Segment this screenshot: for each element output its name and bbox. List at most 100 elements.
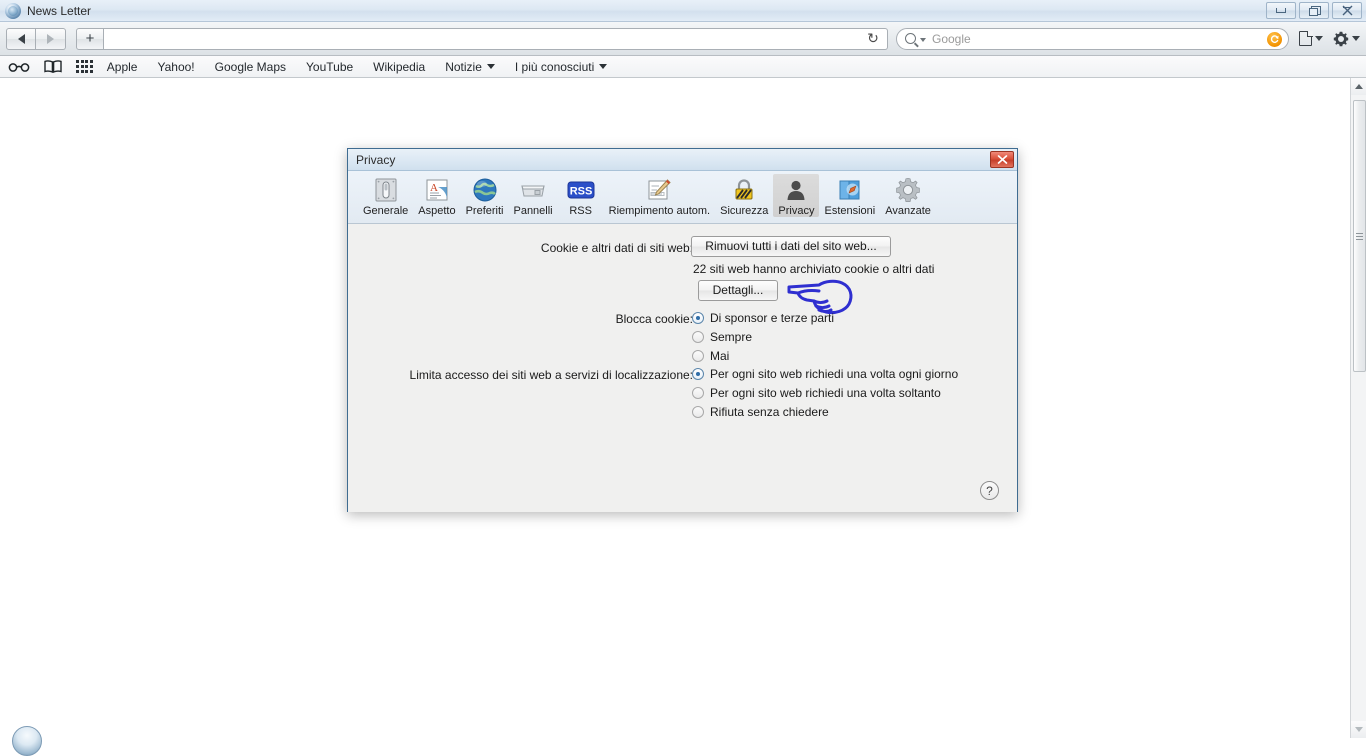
pref-tab-estensioni[interactable]: Estensioni: [819, 174, 880, 217]
remove-all-website-data-button[interactable]: Rimuovi tutti i dati del sito web...: [691, 236, 891, 257]
location-access-label-row: Limita accesso dei siti web a servizi di…: [348, 368, 693, 382]
bookmark-wikipedia[interactable]: Wikipedia: [373, 60, 425, 74]
cookies-label-row: Cookie e altri dati di siti web:: [348, 241, 693, 255]
window-minimize-button[interactable]: [1266, 2, 1296, 19]
radio-button-selected[interactable]: [692, 312, 704, 324]
bookmarks-book-icon[interactable]: [44, 60, 62, 73]
pref-tab-label: Privacy: [778, 205, 815, 217]
search-input[interactable]: Google: [896, 27, 1289, 50]
radio-option-sempre[interactable]: Sempre: [692, 330, 834, 344]
pref-tab-privacy[interactable]: Privacy: [773, 174, 820, 217]
bookmark-google-maps[interactable]: Google Maps: [215, 60, 286, 74]
radio-option-mai[interactable]: Mai: [692, 349, 834, 363]
search-clear-icon[interactable]: [1267, 31, 1282, 47]
pref-tab-generale[interactable]: Generale: [358, 174, 413, 217]
radio-option-una-volta-soltanto[interactable]: Per ogni sito web richiedi una volta sol…: [692, 386, 958, 400]
radio-button[interactable]: [692, 331, 704, 343]
location-access-label: Limita accesso dei siti web a servizi di…: [409, 368, 693, 382]
window-title: News Letter: [27, 3, 92, 18]
forward-button[interactable]: [36, 27, 66, 50]
radio-button[interactable]: [692, 406, 704, 418]
radio-label: Di sponsor e terze parti: [710, 311, 835, 325]
bookmark-label: Google Maps: [214, 59, 287, 74]
location-access-radio-group: Per ogni sito web richiedi una volta ogn…: [692, 367, 958, 424]
settings-button[interactable]: [1333, 31, 1360, 47]
radio-label: Per ogni sito web richiedi una volta ogn…: [710, 367, 959, 381]
reader-glasses-icon[interactable]: [8, 61, 30, 73]
pref-tab-label: Estensioni: [824, 205, 876, 217]
bookmark-label: Apple: [106, 59, 138, 74]
bookmark-yahoo[interactable]: Yahoo!: [157, 60, 194, 74]
radio-button[interactable]: [692, 387, 704, 399]
address-bar-group: + ↻: [76, 27, 888, 50]
cookies-details-button[interactable]: Dettagli...: [698, 280, 778, 301]
address-input[interactable]: ↻: [104, 27, 888, 50]
radio-label: Mai: [710, 349, 730, 363]
pref-tab-riempimento-autom[interactable]: Riempimento autom.: [604, 174, 716, 217]
preferences-toolbar: Generale A Aspetto Preferiti Pannelli RS…: [348, 171, 1017, 224]
page-vertical-scrollbar[interactable]: [1350, 78, 1366, 738]
scrollbar-down-arrow[interactable]: [1351, 721, 1366, 738]
bookmark-folder-i-piu-conosciuti[interactable]: I più conosciuti: [514, 59, 608, 74]
new-tab-button[interactable]: +: [76, 27, 104, 50]
bookmark-folder-notizie[interactable]: Notizie: [445, 60, 495, 74]
scrollbar-thumb[interactable]: [1353, 100, 1366, 372]
radio-label: Rifiuta senza chiedere: [710, 405, 829, 419]
bookmark-youtube[interactable]: YouTube: [306, 60, 353, 74]
appearance-font-icon: A: [422, 176, 452, 204]
svg-text:A: A: [430, 182, 438, 194]
pref-tab-preferiti[interactable]: Preferiti: [461, 174, 509, 217]
radio-option-una-volta-ogni-giorno[interactable]: Per ogni sito web richiedi una volta ogn…: [692, 367, 958, 381]
page-decoration-circle: [12, 726, 42, 756]
reload-icon[interactable]: ↻: [865, 30, 881, 47]
window-maximize-button[interactable]: [1299, 2, 1329, 19]
window-title-bar: News Letter: [0, 0, 1366, 22]
cookies-label: Cookie e altri dati di siti web:: [540, 241, 693, 255]
pref-tab-label: Generale: [363, 205, 409, 217]
pref-tab-sicurezza[interactable]: Sicurezza: [715, 174, 773, 217]
pref-tab-label: Pannelli: [513, 205, 553, 217]
radio-option-rifiuta-senza-chiedere[interactable]: Rifiuta senza chiedere: [692, 405, 958, 419]
dialog-close-button[interactable]: [990, 151, 1014, 168]
bookmark-label: I più conosciuti: [514, 59, 595, 74]
pref-tab-rss[interactable]: RSS RSS: [558, 174, 604, 217]
privacy-person-icon: [781, 176, 811, 204]
window-close-button[interactable]: [1332, 2, 1362, 19]
pref-tab-label: Aspetto: [418, 205, 456, 217]
dialog-title: Privacy: [356, 152, 396, 167]
help-button[interactable]: ?: [980, 481, 999, 500]
scrollbar-up-arrow[interactable]: [1351, 78, 1366, 95]
pref-tab-pannelli[interactable]: Pannelli: [508, 174, 557, 217]
rss-icon: RSS: [566, 176, 596, 204]
bookmark-label: Notizie: [445, 59, 482, 74]
privacy-preferences-dialog: Privacy Generale A Aspetto Preferiti Pan…: [347, 148, 1018, 512]
scrollbar-grip-icon: [1356, 232, 1363, 240]
pref-tab-label: Preferiti: [465, 205, 504, 217]
radio-button[interactable]: [692, 350, 704, 362]
radio-label: Sempre: [710, 330, 753, 344]
back-button[interactable]: [6, 27, 36, 50]
page-actions-button[interactable]: [1299, 30, 1323, 46]
block-cookies-radio-group: Di sponsor e terze parti Sempre Mai: [692, 311, 834, 368]
general-switch-icon: [371, 176, 401, 204]
search-placeholder: Google: [932, 31, 971, 46]
pref-tab-label: Riempimento autom.: [608, 205, 711, 217]
tabs-icon: [518, 176, 548, 204]
bookmarks-globe-icon: [470, 176, 500, 204]
chevron-down-icon: [1315, 36, 1323, 41]
radio-button-selected[interactable]: [692, 368, 704, 380]
browser-toolbar: + ↻ Google: [0, 22, 1366, 56]
dialog-title-bar: Privacy: [348, 149, 1017, 171]
block-cookies-label-row: Blocca cookie:: [348, 312, 693, 326]
svg-text:RSS: RSS: [569, 186, 592, 198]
chevron-down-icon: [599, 64, 608, 69]
search-engine-chevron-down-icon[interactable]: [920, 38, 926, 42]
gear-icon: [1333, 31, 1349, 47]
bookmarks-bar: Apple Yahoo! Google Maps YouTube Wikiped…: [0, 56, 1366, 78]
radio-option-di-sponsor-e-terze-parti[interactable]: Di sponsor e terze parti: [692, 311, 834, 325]
pref-tab-avanzate[interactable]: Avanzate: [880, 174, 936, 217]
window-controls: [1266, 2, 1362, 19]
bookmark-apple[interactable]: Apple: [107, 60, 138, 74]
pref-tab-aspetto[interactable]: A Aspetto: [413, 174, 460, 217]
top-sites-grid-icon[interactable]: [76, 60, 93, 73]
